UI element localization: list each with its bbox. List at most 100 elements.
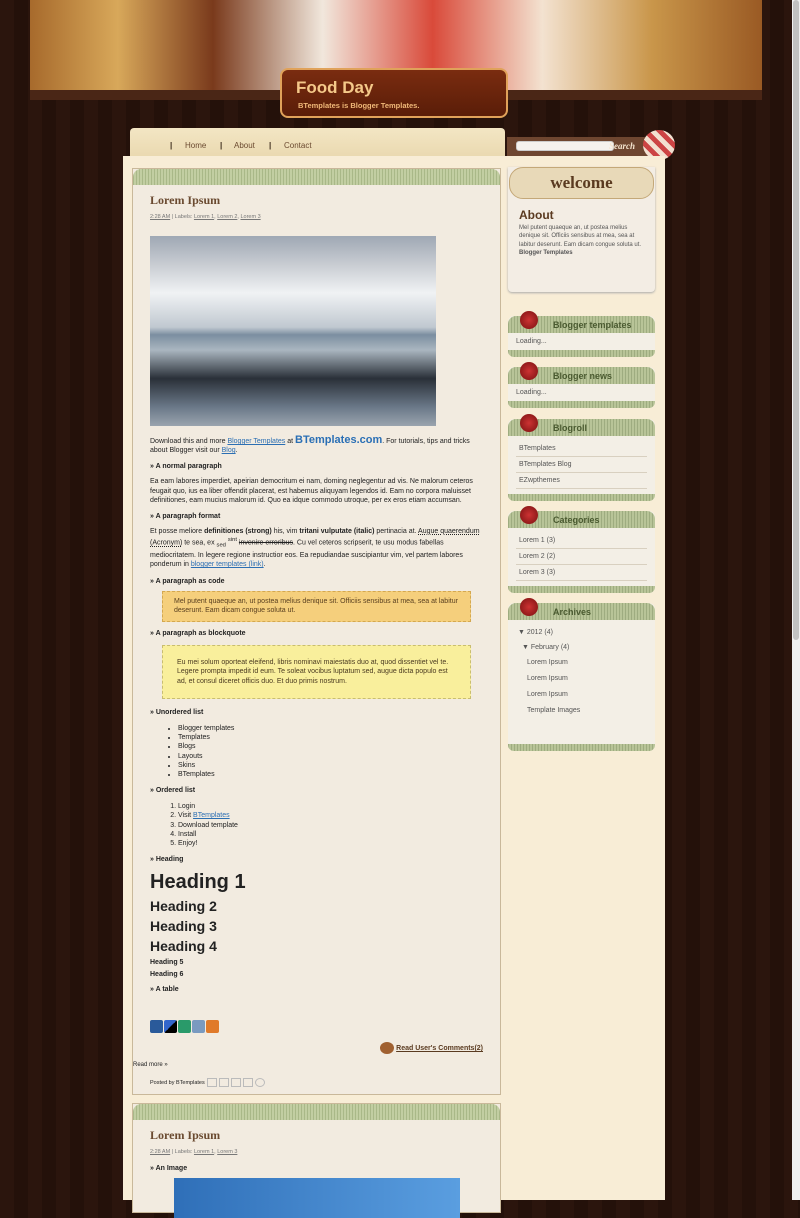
widget-blogroll: Blogroll BTemplates BTemplates Blog EZwp…	[508, 414, 655, 501]
post-time[interactable]: 2:28 AM	[150, 214, 170, 220]
section-label: » An Image	[150, 1165, 188, 1172]
post-footer: Posted by BTemplates	[150, 1078, 500, 1088]
loading-text: Loading...	[516, 389, 547, 396]
heading-6: Heading 6	[150, 971, 184, 979]
archive-month[interactable]: ▼ February (4)	[516, 640, 647, 655]
category-link[interactable]: Lorem 3 (3)	[516, 565, 647, 581]
strawberry-icon	[520, 311, 538, 329]
reddit-icon[interactable]	[192, 1020, 205, 1034]
blogroll-link[interactable]: BTemplates	[516, 441, 647, 457]
btemplates-logo[interactable]: BTemplates.com	[295, 434, 382, 446]
digg-icon[interactable]	[150, 1020, 163, 1034]
twitter-share-icon[interactable]	[230, 1078, 241, 1088]
strawberry-icon	[520, 362, 538, 380]
widget-title: Blogroll	[553, 423, 587, 433]
format-paragraph: Et posse meliore definitiones (strong) h…	[150, 528, 480, 569]
search-bar: Search	[507, 137, 657, 157]
section-label: » A paragraph as code	[150, 577, 225, 585]
list-item: Blogs	[178, 742, 483, 751]
label-link[interactable]: Lorem 2	[217, 214, 237, 220]
label-link[interactable]: Lorem 3	[240, 214, 260, 220]
post-meta: 2:28 AM | Labels: Lorem 1, Lorem 3	[150, 1149, 238, 1155]
read-more-link[interactable]: Read more »	[133, 1062, 500, 1068]
archive-post-link[interactable]: Template Images	[516, 703, 647, 719]
heading-2: Heading 2	[150, 898, 217, 915]
site-title-plate: Food Day BTemplates is Blogger Templates…	[280, 68, 508, 118]
nav-separator: |	[220, 141, 223, 150]
nav-home[interactable]: Home	[185, 141, 206, 150]
unordered-list: Blogger templates Templates Blogs Layout…	[178, 724, 483, 779]
archive-post-link[interactable]: Lorem Ipsum	[516, 655, 647, 671]
blogthis-icon[interactable]	[218, 1078, 229, 1088]
rss-icon[interactable]	[206, 1020, 219, 1034]
category-link[interactable]: Lorem 2 (2)	[516, 549, 647, 565]
site-tagline: BTemplates is Blogger Templates.	[298, 101, 420, 110]
heading-5: Heading 5	[150, 959, 184, 967]
archive-post-link[interactable]: Lorem Ipsum	[516, 687, 647, 703]
nav-separator: |	[170, 141, 173, 150]
comments-link[interactable]: Read User's Comments(2)	[396, 1045, 483, 1052]
about-title: About	[519, 208, 554, 222]
label-link[interactable]: Lorem 1	[194, 214, 214, 220]
about-text: Mel putent quaeque an, ut postea melius …	[519, 225, 642, 256]
email-share-icon[interactable]	[206, 1078, 217, 1088]
list-item: Visit BTemplates	[178, 811, 483, 820]
blogger-templates-link[interactable]: Blogger Templates	[227, 438, 285, 445]
list-item: Download template	[178, 821, 483, 830]
loading-text: Loading...	[516, 338, 547, 345]
search-button[interactable]: Search	[609, 141, 635, 151]
strawberry-icon	[520, 506, 538, 524]
post-title[interactable]: Lorem Ipsum	[150, 193, 483, 208]
section-label: » Ordered list	[150, 787, 196, 795]
search-input[interactable]	[516, 141, 614, 151]
section-label: » A paragraph as blockquote	[150, 629, 246, 637]
pinterest-share-icon[interactable]	[254, 1078, 265, 1088]
post-title[interactable]: Lorem Ipsum	[150, 1128, 483, 1143]
blog-link[interactable]: Blog	[222, 447, 236, 454]
btemplates-link[interactable]: BTemplates	[193, 812, 230, 819]
blogger-templates-link[interactable]: blogger templates (link)	[191, 561, 264, 568]
section-label: » Unordered list	[150, 709, 204, 717]
ordered-list: Login Visit BTemplates Download template…	[178, 802, 483, 848]
list-item: Layouts	[178, 752, 483, 761]
list-item: BTemplates	[178, 770, 483, 779]
strawberry-icon	[520, 598, 538, 616]
sky-image	[174, 1178, 460, 1218]
post-time[interactable]: 2:28 AM	[150, 1149, 170, 1155]
scrollbar[interactable]	[792, 0, 800, 1200]
normal-paragraph: Ea eam labores imperdiet, apeirian democ…	[150, 478, 473, 504]
stumbleupon-icon[interactable]	[178, 1020, 191, 1034]
category-link[interactable]: Lorem 1 (3)	[516, 533, 647, 549]
blogger-templates-link[interactable]: Blogger Templates	[519, 250, 573, 256]
list-item: Login	[178, 802, 483, 811]
post-header-strip	[133, 1104, 500, 1120]
nav-about[interactable]: About	[234, 141, 255, 150]
code-block: Mel putent quaeque an, ut postea melius …	[162, 590, 471, 622]
list-item: Templates	[178, 733, 483, 742]
blogroll-link[interactable]: EZwpthemes	[516, 473, 647, 489]
welcome-badge: welcome	[509, 167, 654, 199]
label-link[interactable]: Lorem 3	[217, 1149, 237, 1155]
nav-bar: | Home | About | Contact	[130, 128, 505, 157]
nav-separator: |	[269, 141, 272, 150]
about-widget: welcome About Mel putent quaeque an, ut …	[508, 167, 655, 292]
list-item: Install	[178, 830, 483, 839]
site-title[interactable]: Food Day	[296, 78, 373, 98]
labels-prefix: | Labels:	[171, 214, 193, 220]
archive-post-link[interactable]: Lorem Ipsum	[516, 671, 647, 687]
section-label: » A table	[150, 986, 179, 994]
list-item: Blogger templates	[178, 724, 483, 733]
post: Lorem Ipsum 2:28 AM | Labels: Lorem 1, L…	[132, 168, 501, 1095]
list-item: Enjoy!	[178, 839, 483, 848]
widget-title: Blogger news	[553, 371, 613, 381]
facebook-share-icon[interactable]	[242, 1078, 253, 1088]
nav-contact[interactable]: Contact	[284, 141, 312, 150]
delicious-icon[interactable]	[164, 1020, 177, 1034]
blogroll-link[interactable]: BTemplates Blog	[516, 457, 647, 473]
widget-blogger-templates: Blogger templates Loading...	[508, 311, 655, 357]
intro-paragraph: Download this and more Blogger Templates…	[150, 434, 470, 455]
label-link[interactable]: Lorem 1	[194, 1149, 214, 1155]
scrollbar-thumb[interactable]	[793, 0, 799, 640]
post-meta: 2:28 AM | Labels: Lorem 1, Lorem 2, Lore…	[150, 214, 261, 220]
archive-year[interactable]: ▼ 2012 (4)	[516, 625, 647, 640]
